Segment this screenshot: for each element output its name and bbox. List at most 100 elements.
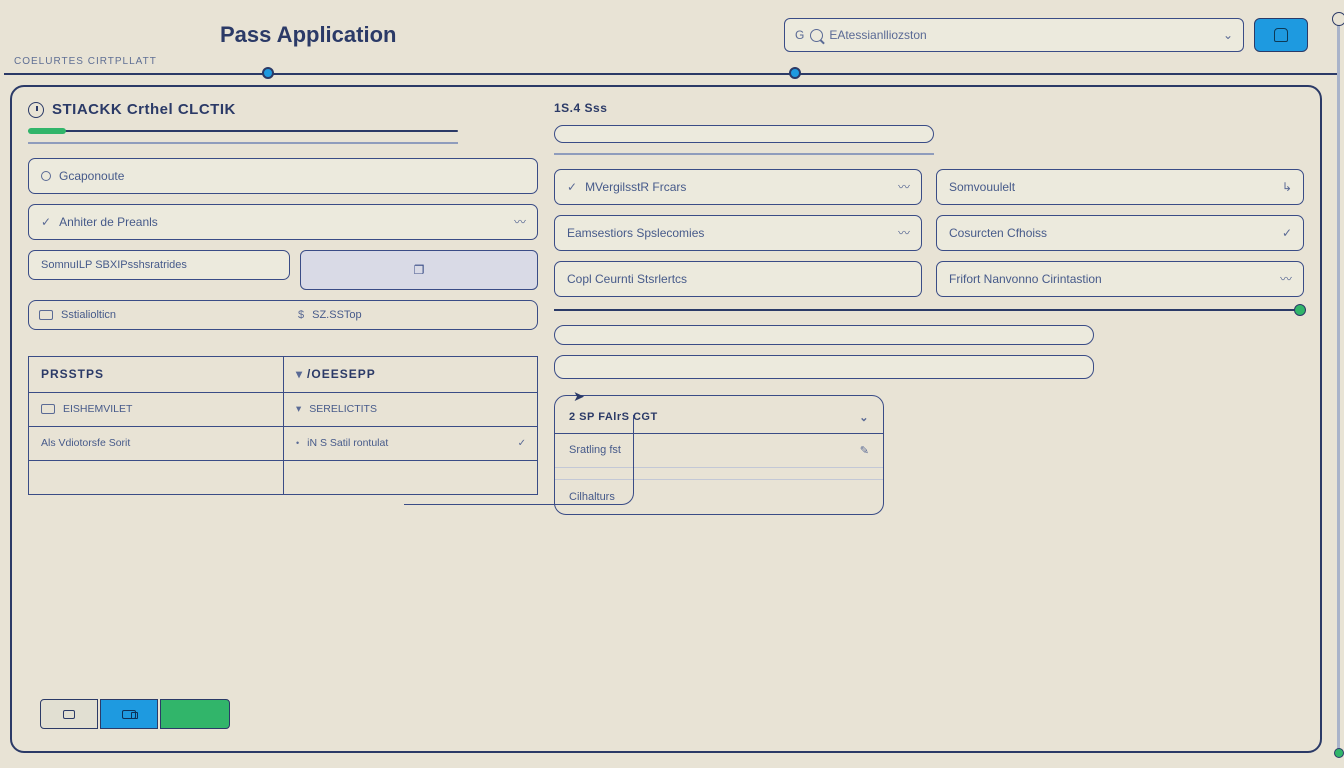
primary-button[interactable]	[100, 699, 158, 729]
scroll-bottom-knob[interactable]	[1334, 748, 1344, 758]
progress-dot[interactable]	[789, 67, 801, 79]
field-row: SomnuILP SBXIPsshsratrides ❐	[28, 250, 538, 290]
square-icon	[63, 710, 75, 719]
table-row-empty	[28, 461, 283, 495]
row-text: Sratling fst	[569, 444, 621, 456]
search-icon	[810, 29, 823, 42]
header-right: G EAtessianlliozston ⌄	[784, 18, 1308, 52]
panel-title: 2 SP FAlrS CGT	[569, 411, 658, 423]
header-text: /OEESEPP	[307, 367, 376, 381]
progress-segment	[28, 128, 66, 134]
table-col-b: ▾ /OEESEPP ▾ SERELICTITS • iN S Satil ro…	[283, 357, 538, 495]
field-copl[interactable]: Copl Ceurnti Stsrlertcs	[554, 261, 922, 297]
card-icon	[39, 310, 53, 320]
table-row[interactable]: ▾ SERELICTITS	[283, 393, 538, 427]
cell-text: Als Vdiotorsfe Sorit	[41, 437, 130, 449]
edit-icon: ✎	[860, 444, 869, 457]
field-gcaponoute[interactable]: Gcaponoute	[28, 158, 538, 194]
panel-header[interactable]: 2 SP FAlrS CGT ⌄	[555, 402, 883, 434]
field-row: Copl Ceurnti Stsrlertcs Frifort Nanvonno…	[554, 261, 1304, 297]
check-icon: ✓	[567, 180, 577, 194]
scroll-top-knob[interactable]	[1332, 12, 1344, 26]
divider	[28, 142, 458, 144]
table-row[interactable]: • iN S Satil rontulat ✓	[283, 427, 538, 461]
chevron-icon: ▾	[296, 367, 303, 381]
row-text: Cilhalturs	[569, 491, 615, 503]
title-underline	[28, 130, 458, 132]
check-icon: ✓	[518, 438, 525, 449]
field-somvou[interactable]: Somvouulelt ↳	[936, 169, 1304, 205]
panel-row[interactable]: Cilhalturs	[555, 480, 883, 514]
refresh-prefix: G	[795, 28, 804, 42]
action-buttons	[40, 699, 230, 729]
search-input[interactable]: G EAtessianlliozston ⌄	[784, 18, 1244, 52]
field-label: Cosurcten Cfhoiss	[949, 226, 1047, 240]
field-label: Somvouulelt	[949, 180, 1015, 194]
field-row: Eamsestiors Spslecomies 〰 Cosurcten Cfho…	[554, 215, 1304, 251]
table-row[interactable]: Als Vdiotorsfe Sorit	[28, 427, 283, 461]
field-label: Anhiter de Preanls	[59, 215, 158, 229]
progress-dot[interactable]	[262, 67, 274, 79]
text-input-line[interactable]	[554, 125, 934, 143]
field-label: Frifort Nanvonno Cirintastion	[949, 272, 1102, 286]
cell-text: iN S Satil rontulat	[307, 437, 388, 449]
scrollbar[interactable]	[1337, 18, 1340, 754]
header: Pass Application G EAtessianlliozston ⌄	[0, 0, 1344, 56]
field-eamsest[interactable]: Eamsestiors Spslecomies 〰	[554, 215, 922, 251]
mini-cell-b[interactable]: $ SZ.SSTop	[298, 309, 527, 321]
chevron-down-icon: ⌄	[859, 411, 869, 424]
field-somnu[interactable]: SomnuILP SBXIPsshsratrides	[28, 250, 290, 280]
dot-icon: •	[296, 438, 299, 448]
page-title: Pass Application	[220, 22, 396, 48]
field-anhiter[interactable]: ✓ Anhiter de Preanls 〰	[28, 204, 538, 240]
mini-cell-a[interactable]: Sstialiolticn	[39, 309, 268, 321]
panel-row[interactable]: Sratling fst ✎	[555, 434, 883, 468]
confirm-button[interactable]	[160, 699, 230, 729]
table-header-b: ▾ /OEESEPP	[283, 357, 538, 393]
check-icon: ✓	[41, 215, 51, 229]
right-section-number: 1S.4 Sss	[554, 101, 1304, 115]
panel-gap	[555, 468, 883, 480]
main-frame: STIACKK Crthel CLCTIK Gcaponoute ✓ Anhit…	[10, 85, 1322, 753]
squiggle-icon: 〰	[898, 178, 909, 195]
chevron-icon: ▾	[296, 403, 301, 415]
two-col-table: PRSSTPS EISHEMVILET Als Vdiotorsfe Sorit…	[28, 356, 538, 495]
inner-panel: ➤ 2 SP FAlrS CGT ⌄ Sratling fst ✎ Cilhal…	[554, 395, 884, 515]
right-column: 1S.4 Sss ✓ MVergilsstR Frcars 〰 Somvouul…	[554, 101, 1304, 737]
dollar-icon: $	[298, 309, 304, 321]
divider	[554, 153, 934, 155]
breadcrumb: COELURTES CIRTPLLATT	[0, 56, 1344, 71]
field-mvergi[interactable]: ✓ MVergilsstR Frcars 〰	[554, 169, 922, 205]
copy-icon: ❐	[414, 263, 425, 277]
check-icon: ✓	[1282, 226, 1291, 240]
field-frifort[interactable]: Frifort Nanvonno Cirintastion 〰	[936, 261, 1304, 297]
left-column: STIACKK Crthel CLCTIK Gcaponoute ✓ Anhit…	[28, 101, 538, 737]
left-section-title: STIACKK Crthel CLCTIK	[28, 101, 538, 118]
table-header-a: PRSSTPS	[28, 357, 283, 393]
table-row[interactable]: EISHEMVILET	[28, 393, 283, 427]
notifications-button[interactable]	[1254, 18, 1308, 52]
cell-text: SERELICTITS	[309, 403, 377, 415]
left-section-text: STIACKK Crthel CLCTIK	[52, 101, 236, 118]
text-input-line[interactable]	[554, 325, 1094, 345]
squiggle-icon: 〰	[1280, 270, 1291, 287]
row-icon	[41, 404, 55, 414]
mini-label: SZ.SSTop	[312, 309, 362, 321]
back-button[interactable]	[40, 699, 98, 729]
header-progress	[4, 73, 1340, 75]
text-input-line[interactable]	[554, 355, 1094, 379]
squiggle-icon: ↳	[1282, 180, 1291, 194]
field-label: Copl Ceurnti Stsrlertcs	[567, 272, 687, 286]
table-row-empty	[283, 461, 538, 495]
squiggle-icon: 〰	[898, 224, 909, 241]
copy-button[interactable]: ❐	[300, 250, 538, 290]
clock-icon	[28, 102, 44, 118]
progress-end-dot	[1294, 304, 1306, 316]
chevron-down-icon: ⌄	[1223, 28, 1233, 42]
field-cosurcten[interactable]: Cosurcten Cfhoiss ✓	[936, 215, 1304, 251]
cards-icon	[122, 710, 136, 719]
radio-icon	[41, 171, 51, 181]
field-row: ✓ MVergilsstR Frcars 〰 Somvouulelt ↳	[554, 169, 1304, 205]
mini-card: Sstialiolticn $ SZ.SSTop	[28, 300, 538, 330]
table-col-a: PRSSTPS EISHEMVILET Als Vdiotorsfe Sorit	[28, 357, 283, 495]
